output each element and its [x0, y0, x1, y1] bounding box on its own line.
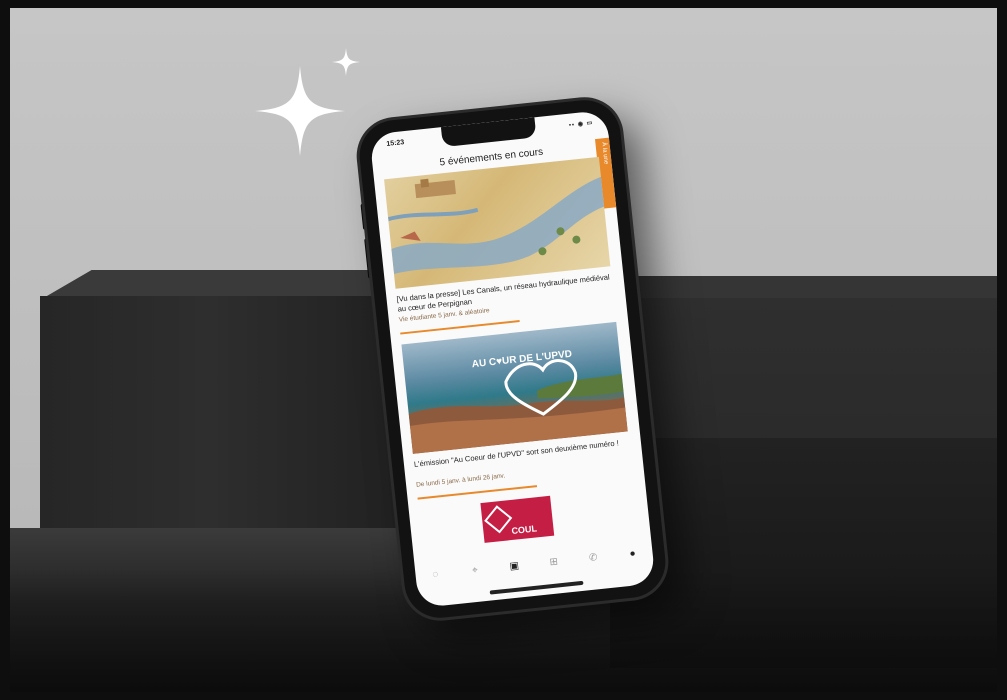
- card-image-coast: AU C♥UR DE L'UPVD: [401, 321, 628, 454]
- status-icons: ▪▪ ◉ ▭: [568, 119, 594, 129]
- card-image-text: COUL: [510, 523, 538, 536]
- home-icon[interactable]: ◌: [425, 568, 446, 581]
- university-emblem-icon: [484, 505, 513, 534]
- card-image-map: [384, 156, 611, 289]
- sparkle-large-icon: [255, 66, 345, 156]
- status-time: 15:23: [385, 138, 405, 148]
- featured-tab-label: À la une: [600, 141, 609, 165]
- smartphone: 15:23 ▪▪ ◉ ▭ 5 événements en cours À la …: [356, 95, 688, 631]
- location-icon[interactable]: ⌖: [464, 564, 485, 577]
- event-card-3-image[interactable]: COUL: [480, 495, 555, 543]
- home-indicator[interactable]: [489, 580, 584, 595]
- sparkle-small-icon: [332, 48, 360, 76]
- grid-icon[interactable]: ⊞: [543, 555, 564, 568]
- settings-icon[interactable]: ●: [622, 547, 643, 560]
- event-card-2[interactable]: AU C♥UR DE L'UPVD L'émission "Au Coeur d…: [401, 321, 633, 504]
- phone-body: 15:23 ▪▪ ◉ ▭ 5 événements en cours À la …: [356, 96, 669, 622]
- card-divider: [417, 485, 538, 500]
- bottom-tab-bar: ◌ ⌖ ▣ ⊞ ✆ ●: [414, 537, 654, 590]
- calendar-icon[interactable]: ▣: [504, 559, 525, 572]
- phone-icon[interactable]: ✆: [583, 551, 604, 564]
- card-divider: [400, 320, 520, 335]
- phone-screen: 15:23 ▪▪ ◉ ▭ 5 événements en cours À la …: [369, 109, 656, 609]
- scene-background: 15:23 ▪▪ ◉ ▭ 5 événements en cours À la …: [10, 8, 997, 692]
- event-card-1[interactable]: [Vu dans la presse] Les Canals, un résea…: [384, 156, 616, 339]
